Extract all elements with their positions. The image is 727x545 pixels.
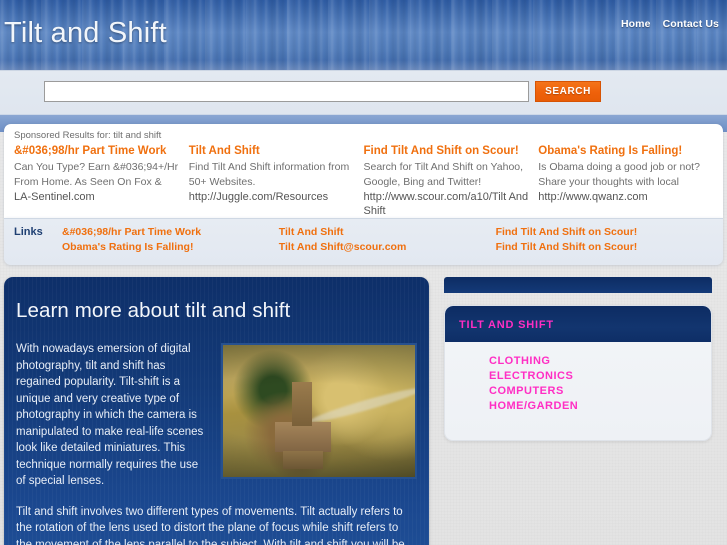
ad-url[interactable]: http://www.scour.com/a10/Tilt And Shift: [364, 190, 529, 218]
search-form: SEARCH: [44, 81, 601, 102]
search-strip: SEARCH: [0, 70, 727, 114]
links-column: Tilt And Shift Tilt And Shift@scour.com: [279, 225, 496, 255]
sponsored-ad[interactable]: Find Tilt And Shift on Scour! Search for…: [364, 144, 539, 218]
top-navigation: Home Contact Us: [621, 18, 719, 30]
ad-url[interactable]: http://Juggle.com/Resources: [189, 190, 354, 204]
sponsored-ads-list: &#036;98/hr Part Time Work Can You Type?…: [14, 144, 713, 218]
photo-church-base: [282, 450, 323, 469]
link-item[interactable]: Obama's Rating Is Falling!: [62, 240, 279, 255]
content-columns: Learn more about tilt and shift With now…: [0, 277, 727, 545]
category-item-clothing[interactable]: CLOTHING: [445, 354, 711, 369]
search-input[interactable]: [44, 81, 529, 102]
ad-title[interactable]: &#036;98/hr Part Time Work: [14, 144, 179, 158]
right-sidebar: TILT AND SHIFT CLOTHING ELECTRONICS COMP…: [444, 277, 712, 441]
ad-url[interactable]: LA-Sentinel.com: [14, 190, 179, 204]
links-columns: &#036;98/hr Part Time Work Obama's Ratin…: [62, 225, 713, 255]
category-widget: TILT AND SHIFT CLOTHING ELECTRONICS COMP…: [444, 305, 712, 441]
ad-description: Search for Tilt And Shift on Yahoo, Goog…: [363, 161, 524, 188]
ad-description: Find Tilt And Shift information from 50+…: [188, 161, 350, 188]
links-bar: Links &#036;98/hr Part Time Work Obama's…: [4, 218, 723, 265]
category-widget-body: CLOTHING ELECTRONICS COMPUTERS HOME/GARD…: [445, 342, 711, 440]
link-item[interactable]: &#036;98/hr Part Time Work: [62, 225, 279, 240]
photo-church-tower: [292, 381, 313, 426]
sponsored-results-label: Sponsored Results for: tilt and shift: [14, 130, 162, 141]
link-item[interactable]: Find Tilt And Shift on Scour!: [496, 225, 713, 240]
search-button[interactable]: SEARCH: [535, 81, 601, 102]
links-column: Find Tilt And Shift on Scour! Find Tilt …: [496, 225, 713, 255]
article-heading: Learn more about tilt and shift: [16, 299, 291, 322]
category-item-home-garden[interactable]: HOME/GARDEN: [445, 399, 711, 414]
sponsored-ad[interactable]: &#036;98/hr Part Time Work Can You Type?…: [14, 144, 189, 218]
sponsored-ad[interactable]: Tilt And Shift Find Tilt And Shift infor…: [189, 144, 364, 218]
sponsored-results-panel: Sponsored Results for: tilt and shift &#…: [4, 124, 723, 218]
nav-item-contact-us[interactable]: Contact Us: [663, 18, 719, 30]
ad-url[interactable]: http://www.qwanz.com: [538, 190, 703, 204]
page-root: Tilt and Shift Home Contact Us SEARCH Sp…: [0, 0, 727, 545]
article-paragraph-2: Tilt and shift involves two different ty…: [16, 505, 405, 545]
nav-item-home[interactable]: Home: [621, 18, 651, 30]
ad-description: Can You Type? Earn &#036;94+/Hr From Hom…: [14, 161, 179, 188]
category-widget-title: TILT AND SHIFT: [459, 319, 554, 331]
tilt-shift-photo: [221, 343, 417, 479]
category-item-electronics[interactable]: ELECTRONICS: [445, 369, 711, 384]
links-bar-label: Links: [14, 226, 43, 238]
link-item[interactable]: Tilt And Shift@scour.com: [279, 240, 496, 255]
link-item[interactable]: Find Tilt And Shift on Scour!: [496, 240, 713, 255]
main-article: Learn more about tilt and shift With now…: [4, 277, 429, 545]
links-column: &#036;98/hr Part Time Work Obama's Ratin…: [62, 225, 279, 255]
ad-title[interactable]: Tilt And Shift: [189, 144, 354, 158]
ad-description: Is Obama doing a good job or not? Share …: [538, 161, 700, 188]
ad-title[interactable]: Obama's Rating Is Falling!: [538, 144, 703, 158]
ad-title[interactable]: Find Tilt And Shift on Scour!: [364, 144, 529, 158]
photo-road: [308, 384, 415, 427]
photo-church-nave: [274, 421, 331, 452]
category-item-computers[interactable]: COMPUTERS: [445, 384, 711, 399]
article-paragraph-1: With nowadays emersion of digital photog…: [16, 343, 204, 487]
site-masthead: Tilt and Shift Home Contact Us: [0, 0, 727, 70]
category-widget-header: TILT AND SHIFT: [445, 306, 711, 342]
link-item[interactable]: Tilt And Shift: [279, 225, 496, 240]
sidebar-top-bar: [444, 277, 712, 293]
site-title: Tilt and Shift: [4, 17, 167, 49]
sponsored-ad[interactable]: Obama's Rating Is Falling! Is Obama doin…: [538, 144, 713, 218]
